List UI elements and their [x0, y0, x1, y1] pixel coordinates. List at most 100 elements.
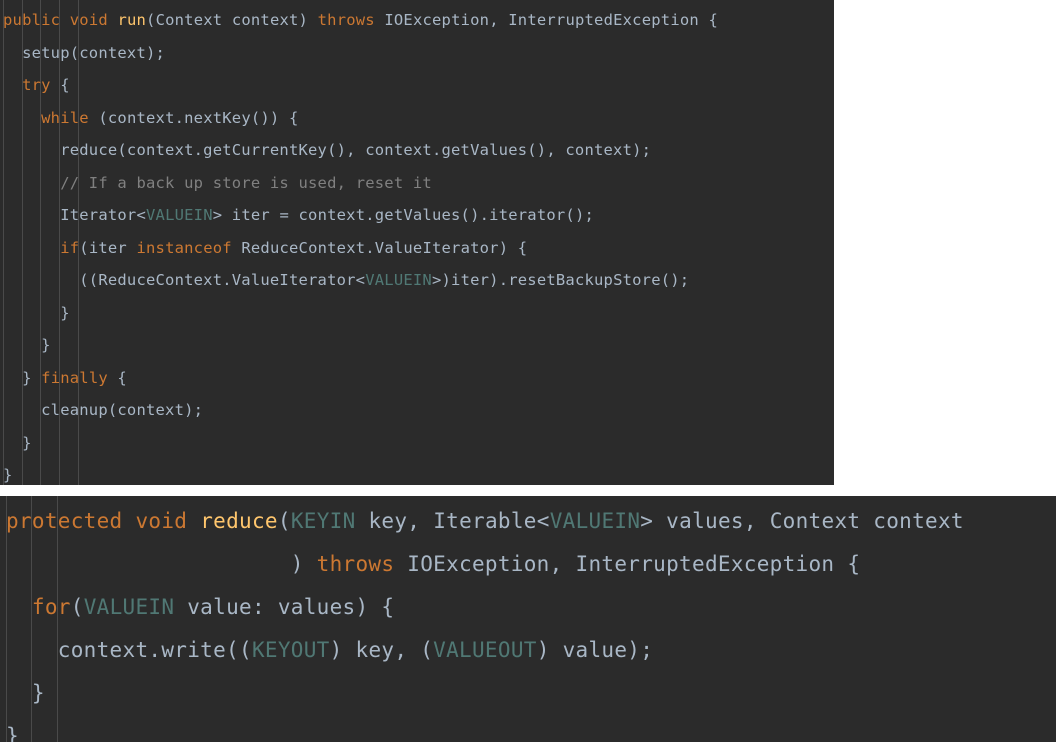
code-lines-reduce[interactable]: protected void reduce(KEYIN key, Iterabl… [0, 500, 1056, 742]
code-line[interactable]: } [0, 329, 834, 362]
code-token-gen: VALUEIN [365, 271, 432, 289]
code-token-gen: VALUEIN [146, 206, 213, 224]
code-token-kw: protected [6, 509, 123, 533]
code-line[interactable]: while (context.nextKey()) { [0, 102, 834, 135]
code-token-ident: reduce(context.getCurrentKey(), context.… [60, 141, 652, 159]
code-token-kw: throws [316, 552, 395, 576]
code-line[interactable]: cleanup(context); [0, 394, 834, 427]
code-line[interactable]: ((ReduceContext.ValueIterator<VALUEIN>)i… [0, 264, 834, 297]
code-line[interactable]: protected void reduce(KEYIN key, Iterabl… [0, 500, 1056, 543]
code-line[interactable]: ) throws IOException, InterruptedExcepti… [0, 543, 1056, 586]
code-line[interactable]: // If a back up store is used, reset it [0, 167, 834, 200]
code-line[interactable]: reduce(context.getCurrentKey(), context.… [0, 134, 834, 167]
code-token-kw: void [69, 11, 108, 29]
code-line[interactable]: if(iter instanceof ReduceContext.ValueIt… [0, 232, 834, 265]
code-token-ident: } [22, 433, 32, 452]
code-token-gen: VALUEIN [83, 595, 175, 619]
code-token-fn: run [117, 11, 147, 29]
code-token-ident: ReduceContext.ValueIterator) { [231, 238, 528, 257]
code-token-ident: } [6, 724, 19, 742]
code-token-gen: VALUEOUT [433, 638, 537, 662]
code-token-ident [123, 509, 136, 533]
code-token-kw: if [60, 238, 80, 257]
code-line[interactable]: } finally { [0, 362, 834, 395]
run-method-code-panel[interactable]: public void run(Context context) throws … [0, 0, 834, 485]
code-lines-run[interactable]: public void run(Context context) throws … [0, 4, 834, 485]
code-token-kw: instanceof [136, 238, 232, 257]
code-token-ident: key, Iterable< [355, 509, 550, 533]
code-line[interactable]: Iterator<VALUEIN> iter = context.getValu… [0, 199, 834, 232]
code-line[interactable]: } [0, 672, 1056, 715]
code-line[interactable]: } [0, 459, 834, 485]
code-line[interactable]: try { [0, 69, 834, 102]
code-token-kw: void [135, 509, 188, 533]
code-token-ident: > values, Context context [640, 509, 964, 533]
screenshot-root: public void run(Context context) throws … [0, 0, 1056, 742]
code-token-ident: } [31, 681, 45, 705]
code-token-ident: } [3, 466, 13, 484]
code-token-ident [108, 11, 118, 29]
code-token-ident [60, 11, 70, 29]
code-token-ident: value: values) { [174, 595, 395, 619]
code-line[interactable]: for(VALUEIN value: values) { [0, 586, 1056, 629]
code-token-ident: cleanup(context); [41, 401, 204, 419]
code-token-ident: ) [290, 552, 317, 576]
code-token-kw: throws [317, 11, 375, 29]
code-token-ident: Iterator< [60, 206, 146, 224]
code-token-ident: IOException, InterruptedException { [394, 552, 861, 576]
code-token-fn: reduce [200, 509, 278, 533]
code-line[interactable]: context.write((KEYOUT) key, (VALUEOUT) v… [0, 629, 1056, 672]
code-token-ident: ((ReduceContext.ValueIterator< [79, 271, 366, 289]
code-token-ident: ) key, ( [329, 638, 434, 662]
code-line[interactable]: } [0, 715, 1056, 742]
code-token-ident: { [107, 368, 127, 387]
code-token-ident: } [22, 368, 42, 387]
code-token-ident: ) value); [536, 638, 654, 662]
code-line[interactable]: public void run(Context context) throws … [0, 4, 834, 37]
code-token-gen: KEYOUT [251, 638, 330, 662]
code-token-ident: { [50, 76, 70, 94]
code-token-ident: IOException, InterruptedException { [374, 11, 718, 29]
code-token-gen: VALUEIN [549, 509, 641, 533]
code-token-ident: (Context context) [146, 11, 318, 29]
code-token-gen: KEYIN [290, 509, 356, 533]
code-token-ident: > iter = context.getValues().iterator(); [212, 206, 595, 224]
code-line[interactable]: } [0, 427, 834, 460]
code-token-kw: try [22, 76, 51, 94]
code-token-kw: public [3, 11, 61, 29]
code-token-ident [187, 509, 200, 533]
code-token-ident: (context.nextKey()) { [88, 108, 299, 127]
code-token-ident: setup(context); [22, 43, 166, 62]
code-token-ident: ( [277, 509, 291, 533]
code-token-kw: finally [41, 368, 108, 387]
reduce-method-code-panel[interactable]: protected void reduce(KEYIN key, Iterabl… [0, 496, 1056, 742]
code-token-ident: } [60, 303, 70, 322]
code-line[interactable]: } [0, 297, 834, 330]
code-token-ident: ( [70, 595, 84, 619]
code-token-ident: >)iter).resetBackupStore(); [431, 271, 690, 289]
code-token-ident: } [41, 336, 51, 354]
code-token-ident: (iter [79, 238, 137, 257]
code-token-ident: context.write(( [57, 638, 252, 662]
code-line[interactable]: setup(context); [0, 37, 834, 70]
code-token-cmt: // If a back up store is used, reset it [60, 173, 432, 192]
code-token-kw: while [41, 108, 89, 127]
code-token-kw: for [31, 595, 71, 619]
